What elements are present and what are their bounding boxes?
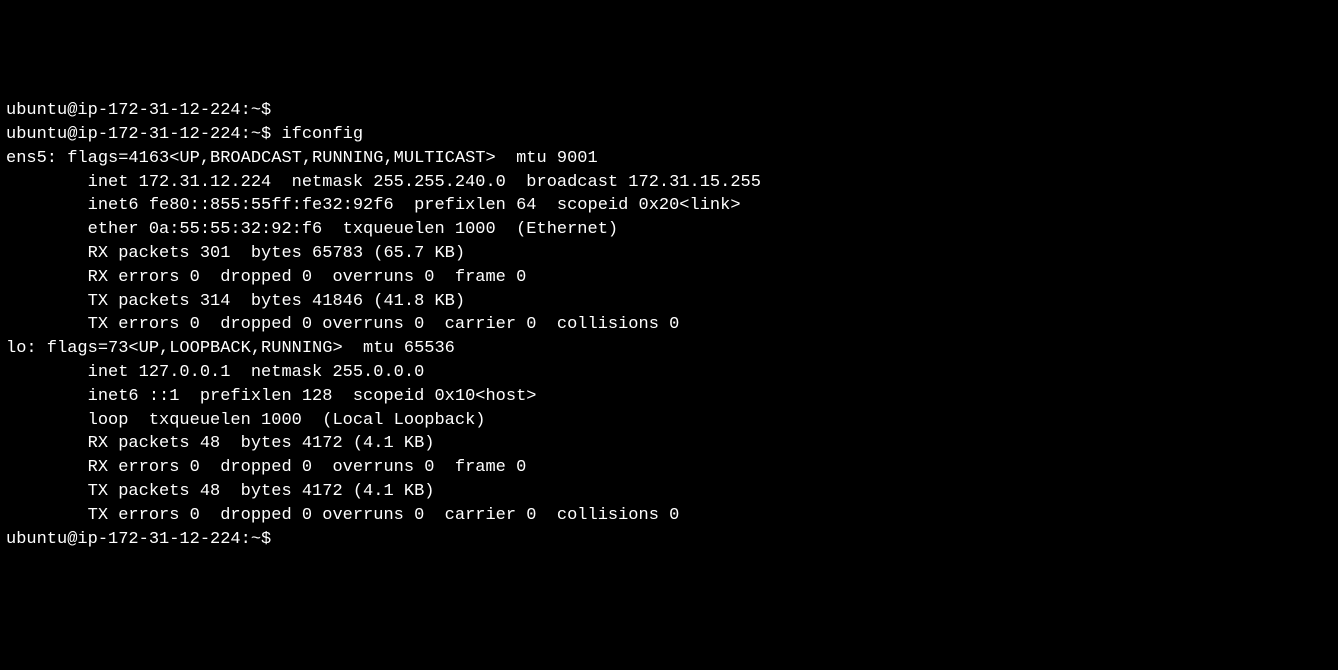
output-line: TX errors 0 dropped 0 overruns 0 carrier… xyxy=(6,313,1332,337)
output-line: TX packets 314 bytes 41846 (41.8 KB) xyxy=(6,290,1332,314)
output-line: ether 0a:55:55:32:92:f6 txqueuelen 1000 … xyxy=(6,218,1332,242)
terminal-line: ubuntu@ip-172-31-12-224:~$ xyxy=(6,99,1332,123)
terminal[interactable]: ubuntu@ip-172-31-12-224:~$ ubuntu@ip-172… xyxy=(6,99,1332,551)
terminal-line: ubuntu@ip-172-31-12-224:~$ ifconfig xyxy=(6,123,1332,147)
output-line: inet 127.0.0.1 netmask 255.0.0.0 xyxy=(6,361,1332,385)
output-line: loop txqueuelen 1000 (Local Loopback) xyxy=(6,409,1332,433)
terminal-line: ubuntu@ip-172-31-12-224:~$ xyxy=(6,528,1332,552)
shell-prompt: ubuntu@ip-172-31-12-224:~$ xyxy=(6,101,281,120)
output-line: inet 172.31.12.224 netmask 255.255.240.0… xyxy=(6,171,1332,195)
output-line: inet6 ::1 prefixlen 128 scopeid 0x10<hos… xyxy=(6,385,1332,409)
output-line: TX errors 0 dropped 0 overruns 0 carrier… xyxy=(6,504,1332,528)
output-line: RX packets 48 bytes 4172 (4.1 KB) xyxy=(6,432,1332,456)
shell-prompt: ubuntu@ip-172-31-12-224:~$ xyxy=(6,530,281,549)
shell-prompt: ubuntu@ip-172-31-12-224:~$ xyxy=(6,125,281,144)
output-line: TX packets 48 bytes 4172 (4.1 KB) xyxy=(6,480,1332,504)
output-line: RX errors 0 dropped 0 overruns 0 frame 0 xyxy=(6,456,1332,480)
output-line: ens5: flags=4163<UP,BROADCAST,RUNNING,MU… xyxy=(6,147,1332,171)
shell-command: ifconfig xyxy=(281,125,363,144)
output-line: RX packets 301 bytes 65783 (65.7 KB) xyxy=(6,242,1332,266)
output-line: inet6 fe80::855:55ff:fe32:92f6 prefixlen… xyxy=(6,194,1332,218)
output-line: RX errors 0 dropped 0 overruns 0 frame 0 xyxy=(6,266,1332,290)
output-line: lo: flags=73<UP,LOOPBACK,RUNNING> mtu 65… xyxy=(6,337,1332,361)
